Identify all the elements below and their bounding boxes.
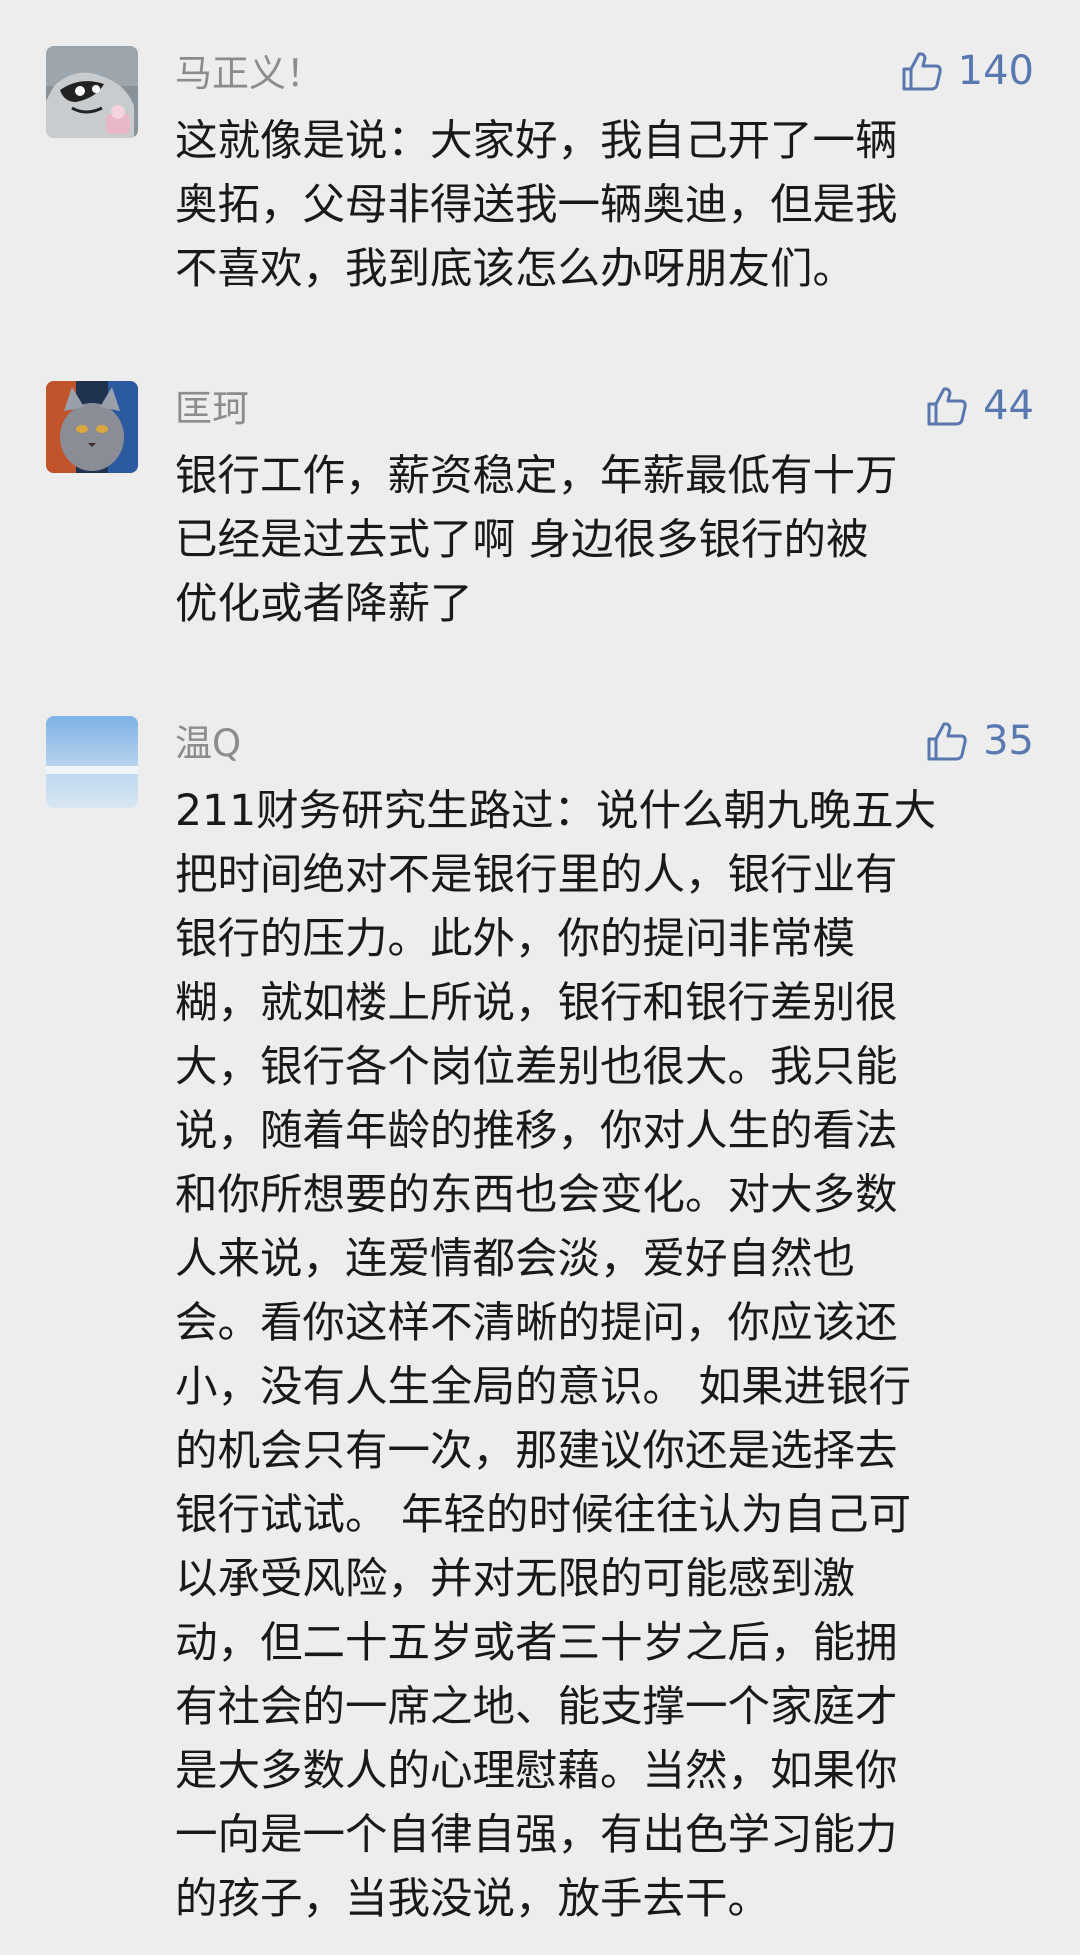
avatar[interactable] [46, 716, 138, 808]
cat-photo-avatar-icon [46, 381, 138, 473]
thumbs-up-icon [927, 387, 967, 426]
thumbs-up-icon [927, 722, 967, 761]
like-button[interactable]: 140 [900, 46, 1034, 96]
nickname[interactable]: 温Q [175, 722, 241, 766]
avatar[interactable] [46, 381, 138, 473]
like-count: 44 [983, 383, 1034, 429]
thumbs-up-icon [902, 52, 942, 91]
comment-text: 211财务研究生路过：说什么朝九晚五大 把时间绝对不是银行里的人，银行业有 银行… [175, 787, 937, 1924]
nickname[interactable]: 马正义！ [175, 52, 323, 96]
like-count: 35 [983, 718, 1034, 764]
sky-photo-avatar-icon [46, 716, 138, 808]
comment-text: 银行工作，薪资稳定，年薪最低有十万 已经是过去式了啊 身边很多银行的被 优化或者… [175, 452, 898, 629]
raccoon-cartoon-avatar-icon [46, 46, 138, 138]
comment-text: 这就像是说：大家好，我自己开了一辆 奥拓，父母非得送我一辆奥迪，但是我 不喜欢，… [175, 117, 898, 294]
like-count: 140 [957, 48, 1034, 94]
like-button[interactable]: 35 [925, 716, 1034, 766]
nickname[interactable]: 匡珂 [175, 387, 249, 431]
like-button[interactable]: 44 [925, 381, 1034, 431]
avatar[interactable] [46, 46, 138, 138]
